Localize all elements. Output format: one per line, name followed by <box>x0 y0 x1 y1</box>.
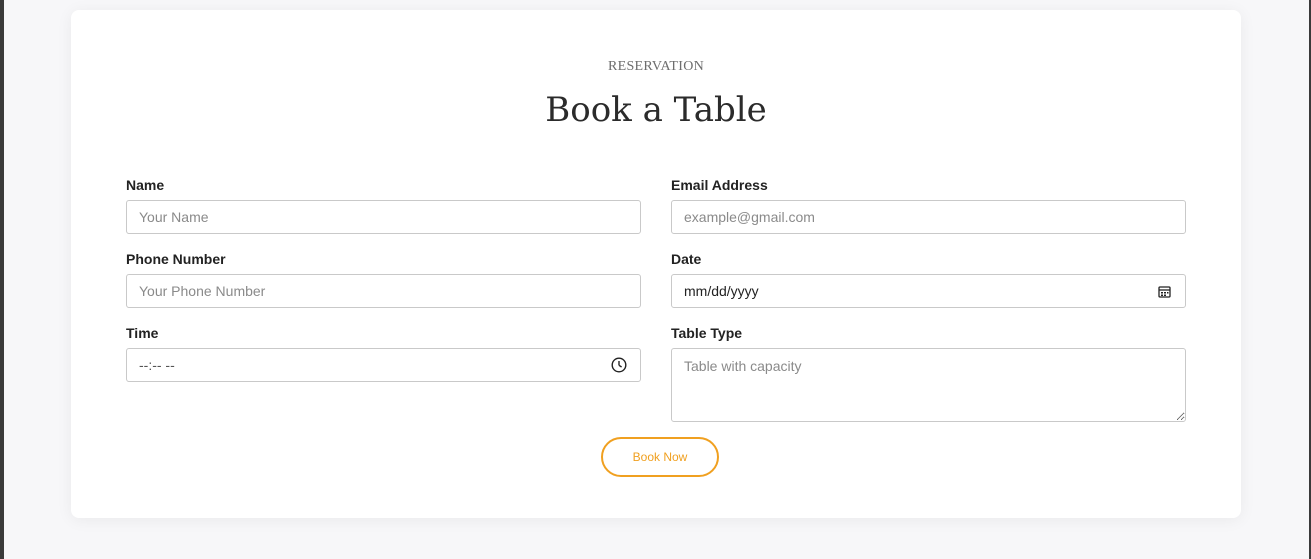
date-label: Date <box>671 251 702 267</box>
phone-label: Phone Number <box>126 251 226 267</box>
window-border-left <box>0 0 4 559</box>
date-value: mm/dd/yyyy <box>684 283 759 299</box>
time-input[interactable]: --:-- -- <box>126 348 641 382</box>
phone-input[interactable] <box>126 274 641 308</box>
book-now-button[interactable]: Book Now <box>601 437 719 477</box>
date-input[interactable]: mm/dd/yyyy <box>671 274 1186 308</box>
name-input[interactable] <box>126 200 641 234</box>
table-type-label: Table Type <box>671 325 743 341</box>
table-type-textarea[interactable] <box>671 348 1186 422</box>
time-value: --:-- -- <box>139 357 175 373</box>
time-label: Time <box>126 325 159 341</box>
email-input[interactable] <box>671 200 1186 234</box>
reservation-card: RESERVATION Book a Table Name Email Addr… <box>71 10 1241 518</box>
section-eyebrow: RESERVATION <box>607 59 705 74</box>
name-label: Name <box>126 177 165 193</box>
email-label: Email Address <box>671 177 768 193</box>
page-title: Book a Table <box>545 90 767 130</box>
calendar-icon[interactable] <box>1155 282 1173 300</box>
clock-icon[interactable] <box>610 356 628 374</box>
